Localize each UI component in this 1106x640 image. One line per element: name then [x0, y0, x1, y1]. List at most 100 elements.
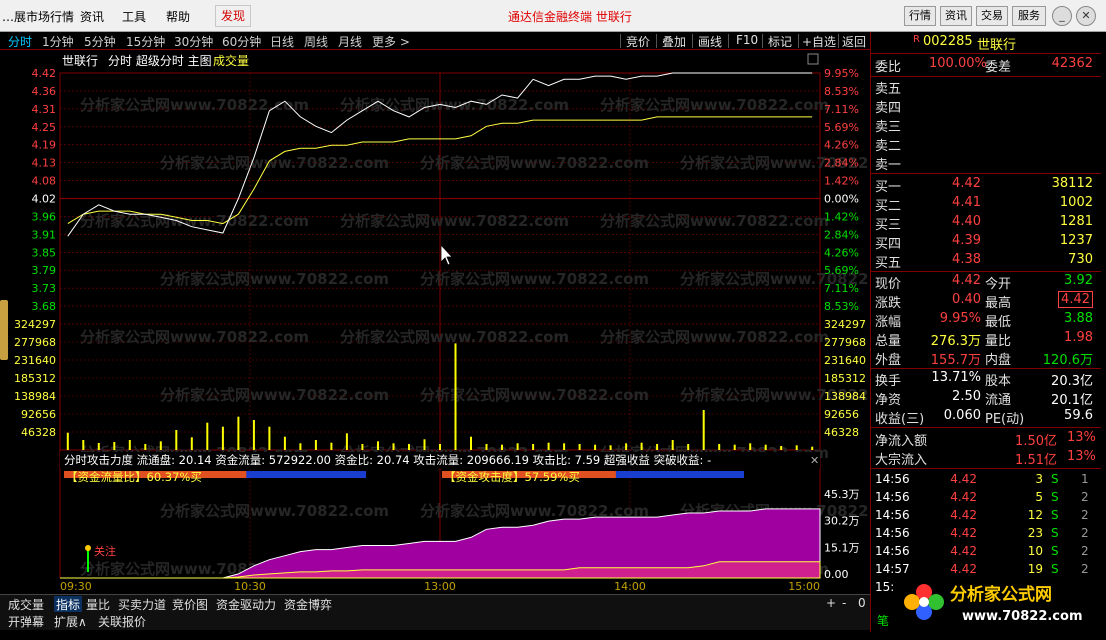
price-tick-label: 3.79 [32, 264, 57, 277]
sell-1[interactable]: 卖一 [871, 154, 1101, 173]
volume-bar [578, 444, 581, 450]
close-icon[interactable]: ✕ [1076, 6, 1096, 26]
zoom-reset-button[interactable]: 0 [858, 596, 866, 610]
f10-button[interactable]: F10 [736, 33, 758, 47]
tick-side: S [1051, 490, 1059, 504]
chart-close-icon[interactable] [807, 53, 819, 65]
stat-label: 现价 [875, 277, 902, 292]
time-tick-label: 10:30 [234, 580, 266, 593]
discover-button[interactable]: 发现 [215, 5, 251, 27]
tab-auction-chart[interactable]: 竞价图 [172, 596, 208, 613]
sell-4[interactable]: 卖四 [871, 97, 1101, 116]
mark-button[interactable]: 标记 [768, 33, 792, 50]
tab-monthly[interactable]: 月线 [338, 33, 362, 50]
indicator-close-icon[interactable]: ✕ [810, 454, 819, 467]
volume-bar [516, 443, 519, 450]
divider [871, 427, 1101, 428]
tab-volume-ratio[interactable]: 量比 [86, 596, 110, 613]
tab-weekly[interactable]: 周线 [304, 33, 328, 50]
tab-more[interactable]: 更多 > [372, 33, 410, 50]
price-tick-label: 3.96 [32, 210, 57, 223]
volume-tick-label: 231640 [824, 354, 866, 367]
tab-indicator[interactable]: 指标 [54, 596, 83, 613]
tick-volume: 23 [1027, 526, 1043, 540]
tab-30min[interactable]: 30分钟 [174, 33, 213, 50]
percent-tick-label: 2.84% [824, 157, 859, 170]
volume-bar [206, 422, 209, 450]
quote-button[interactable]: 行情 [904, 6, 936, 26]
tab-buy-sell-force[interactable]: 买卖力道 [118, 596, 166, 613]
stat-value: 20.1亿 [1051, 393, 1093, 408]
stat-value: 4.42 [952, 273, 981, 288]
buy-2[interactable]: 买二 4.41 1002 [871, 195, 1101, 214]
period-toolbar: 分时 1分钟 5分钟 15分钟 30分钟 60分钟 日线 周线 月线 更多 > … [0, 32, 870, 50]
stat-value: 4.42 [1058, 291, 1093, 308]
stat-value: 3.88 [1064, 311, 1093, 326]
news-button[interactable]: 资讯 [940, 6, 972, 26]
tab-15min[interactable]: 15分钟 [126, 33, 165, 50]
percent-tick-label: 0.00% [824, 193, 859, 206]
tab-fund-game[interactable]: 资金博弈 [284, 596, 332, 613]
committee-ratio-label: 委比 [875, 60, 902, 75]
sell-3[interactable]: 卖三 [871, 116, 1101, 135]
danmaku-button[interactable]: 开弹幕 [8, 613, 44, 630]
volume-tick-label: 138984 [14, 390, 56, 403]
flow-value: 1.50亿 [1015, 434, 1057, 449]
volume-tick-label: 277968 [824, 336, 866, 349]
overlay-button[interactable]: 叠加 [662, 33, 686, 50]
zoom-out-button[interactable]: - [842, 596, 846, 610]
menu-news[interactable]: 资讯 [80, 8, 104, 25]
buy-1[interactable]: 买一 4.42 38112 [871, 176, 1101, 195]
stat-row-net-asset: 净资 2.50 流通 20.1亿 [871, 389, 1101, 408]
sell-level-label: 卖四 [875, 101, 902, 116]
menu-help[interactable]: 帮助 [166, 8, 190, 25]
r-badge-icon: R [913, 34, 920, 45]
toolbar-separator [762, 34, 763, 48]
tick-count: 1 [1081, 472, 1089, 486]
volume-bar [175, 430, 178, 450]
service-button[interactable]: 服务 [1012, 6, 1046, 26]
volume-bar [66, 432, 69, 450]
tab-1min[interactable]: 1分钟 [42, 33, 74, 50]
buy-price: 4.39 [952, 233, 981, 248]
tab-fund-drive[interactable]: 资金驱动力 [216, 596, 276, 613]
volume-bar [252, 420, 255, 450]
buy-3[interactable]: 买三 4.40 1281 [871, 214, 1101, 233]
chart-modes[interactable]: 分时 超级分时 主图 [108, 53, 212, 68]
menu-market[interactable]: …展市场行情 [2, 8, 74, 25]
panel-collapse-handle[interactable] [0, 300, 8, 360]
stat-label: 最低 [985, 315, 1012, 330]
divider [871, 368, 1101, 369]
sell-2[interactable]: 卖二 [871, 135, 1101, 154]
tab-intraday[interactable]: 分时 [8, 33, 32, 50]
time-tick-label: 09:30 [60, 580, 92, 593]
stat-value: 20.3亿 [1051, 374, 1093, 389]
price-tick-label: 3.91 [32, 228, 57, 241]
minimize-icon[interactable]: _ [1052, 6, 1072, 26]
intraday-chart[interactable]: 分析家公式网www.70822.com 分析家公式网www.70822.com 分析… [0, 50, 870, 594]
zoom-in-button[interactable]: + [826, 596, 836, 610]
sell-5[interactable]: 卖五 [871, 78, 1101, 97]
buy-level-label: 买三 [875, 218, 902, 233]
back-button[interactable]: 返回 [842, 33, 866, 50]
menu-tools[interactable]: 工具 [122, 8, 146, 25]
tab-5min[interactable]: 5分钟 [84, 33, 116, 50]
tab-60min[interactable]: 60分钟 [222, 33, 261, 50]
buy-5[interactable]: 买五 4.38 730 [871, 252, 1101, 271]
tab-volume[interactable]: 成交量 [8, 596, 44, 613]
auction-button[interactable]: 竞价 [626, 33, 650, 50]
divider [871, 53, 1101, 54]
trade-button[interactable]: 交易 [976, 6, 1008, 26]
chart-volume-toggle[interactable]: 成交量 [213, 53, 249, 68]
tab-daily[interactable]: 日线 [270, 33, 294, 50]
watermark-text: 分析家公式网www.70822.com [340, 96, 569, 114]
related-quote-button[interactable]: 关联报价 [98, 613, 146, 630]
stat-value: 155.7万 [930, 353, 981, 368]
draw-line-button[interactable]: 画线 [698, 33, 722, 50]
block-inflow-row: 大宗流入 1.51亿 13% [871, 449, 1101, 468]
expand-button[interactable]: 扩展∧ [54, 613, 87, 630]
stat-label: 换手 [875, 374, 902, 389]
add-favorite-button[interactable]: +自选 [802, 33, 836, 50]
buy-4[interactable]: 买四 4.39 1237 [871, 233, 1101, 252]
menu-bar: …展市场行情 资讯 工具 帮助 发现 通达信金融终端 世联行 行情 资讯 交易 … [0, 0, 1106, 32]
